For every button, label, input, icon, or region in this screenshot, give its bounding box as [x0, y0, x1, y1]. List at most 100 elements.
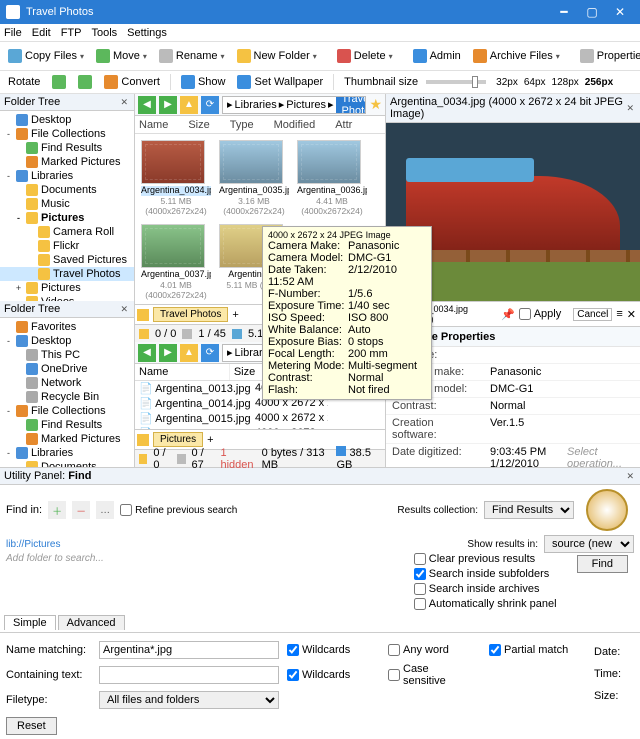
thumb-size-slider[interactable] — [426, 80, 486, 84]
convert-button[interactable]: Convert — [100, 73, 164, 91]
wildcards2-checkbox[interactable] — [287, 669, 299, 681]
containing-text-input[interactable] — [99, 666, 279, 684]
properties-button[interactable]: Properties▾ — [576, 47, 640, 65]
tree-item[interactable]: Saved Pictures — [0, 253, 134, 267]
minimize-button[interactable]: ━ — [550, 5, 578, 19]
favorite-star-icon[interactable]: ★ — [369, 96, 382, 113]
thumb-size-32px[interactable]: 32px — [496, 77, 518, 88]
clear-prev-checkbox[interactable] — [414, 553, 426, 565]
results-collection-select[interactable]: Find Results — [484, 501, 574, 519]
breadcrumb[interactable]: ▸ Libraries ▸ Pictures ▸ Travel Photos▾ — [222, 96, 366, 114]
panel-close-icon[interactable]: ✕ — [118, 304, 130, 315]
tab-advanced[interactable]: Advanced — [58, 615, 125, 630]
tree-item[interactable]: Marked Pictures — [0, 432, 134, 446]
delete-button[interactable]: Delete▾ — [333, 47, 397, 65]
nav-refresh-icon[interactable]: ⟳ — [201, 96, 219, 114]
case-checkbox[interactable] — [388, 669, 400, 681]
thumbnail[interactable]: Argentina_0036.jpg4.41 MB (4000x2672x24) — [297, 140, 367, 216]
panel-close-icon[interactable]: ✕ — [624, 103, 636, 114]
tree-item[interactable]: OneDrive — [0, 362, 134, 376]
panel-close-icon[interactable]: ✕ — [118, 97, 130, 108]
tree-item[interactable]: +Pictures — [0, 281, 134, 295]
thumb-size-256px[interactable]: 256px — [585, 77, 613, 88]
file-row[interactable]: 📄 Argentina_0015.jpg4000 x 2672 x 24 — [135, 411, 385, 426]
tree-item[interactable]: Music — [0, 197, 134, 211]
name-matching-input[interactable] — [99, 641, 279, 659]
tree-item[interactable]: Network — [0, 376, 134, 390]
tree-item[interactable]: -Libraries — [0, 446, 134, 460]
refine-checkbox[interactable] — [120, 504, 132, 516]
add-path-icon[interactable]: ＋ — [48, 501, 66, 519]
nav-up-icon[interactable]: ▲ — [180, 344, 198, 362]
tree-item[interactable]: Marked Pictures — [0, 155, 134, 169]
column-attr[interactable]: Attr — [335, 119, 352, 131]
tree-item[interactable]: This PC — [0, 348, 134, 362]
nav-back-icon[interactable]: ◀ — [138, 96, 156, 114]
menu-settings[interactable]: Settings — [127, 27, 167, 39]
thumbnail[interactable]: Argentina_0037.jpg4.01 MB (4000x2672x24) — [141, 224, 211, 300]
tree-item[interactable]: -File Collections — [0, 404, 134, 418]
tree-item[interactable]: Desktop — [0, 113, 134, 127]
pin-icon[interactable]: 📌 — [501, 308, 515, 321]
partial-checkbox[interactable] — [489, 644, 501, 656]
menu-ftp[interactable]: FTP — [61, 27, 82, 39]
show-button[interactable]: Show — [177, 73, 230, 91]
column-modified[interactable]: Modified — [274, 119, 316, 131]
rotate-right-icon[interactable] — [78, 75, 92, 89]
anyword-checkbox[interactable] — [388, 644, 400, 656]
thumb-size-64px[interactable]: 64px — [524, 77, 546, 88]
wildcards-checkbox[interactable] — [287, 644, 299, 656]
tab-simple[interactable]: Simple — [4, 615, 56, 630]
copy-files-button[interactable]: Copy Files▾ — [4, 47, 88, 65]
tree-item[interactable]: Recycle Bin — [0, 390, 134, 404]
rotate-left-icon[interactable] — [52, 75, 66, 89]
tree-item[interactable]: Camera Roll — [0, 225, 134, 239]
tab-add-icon[interactable]: + — [232, 309, 238, 321]
thumbnail[interactable]: Argentina_0034.jpg5.11 MB (4000x2672x24) — [141, 140, 211, 216]
tab-pictures[interactable]: Pictures — [153, 432, 203, 447]
filetype-select[interactable]: All files and folders — [99, 691, 279, 709]
tree-item[interactable]: Find Results — [0, 141, 134, 155]
tree-item[interactable]: Find Results — [0, 418, 134, 432]
tree-item[interactable]: Travel Photos — [0, 267, 134, 281]
menu-edit[interactable]: Edit — [32, 27, 51, 39]
search-subfolders-checkbox[interactable] — [414, 568, 426, 580]
tree-item[interactable]: -Libraries — [0, 169, 134, 183]
nav-refresh-icon[interactable]: ⟳ — [201, 344, 219, 362]
column-type[interactable]: Type — [230, 119, 254, 131]
nav-back-icon[interactable]: ◀ — [138, 344, 156, 362]
set-wallpaper-button[interactable]: Set Wallpaper — [233, 73, 327, 91]
rename-button[interactable]: Rename▾ — [155, 47, 229, 65]
column-headers-thumbs[interactable]: NameSizeTypeModifiedAttr — [135, 116, 385, 134]
search-path[interactable]: lib://Pictures — [6, 539, 60, 550]
search-archives-checkbox[interactable] — [414, 583, 426, 595]
reset-paths-icon[interactable]: … — [96, 501, 114, 519]
new-folder-button[interactable]: New Folder▾ — [233, 47, 321, 65]
close-button[interactable]: ✕ — [606, 5, 634, 19]
add-folder-hint[interactable]: Add folder to search... — [6, 553, 104, 564]
tab-travel-photos[interactable]: Travel Photos — [153, 307, 228, 322]
nav-forward-icon[interactable]: ▶ — [159, 344, 177, 362]
menu-tools[interactable]: Tools — [91, 27, 117, 39]
reset-button[interactable]: Reset — [6, 717, 57, 735]
nav-forward-icon[interactable]: ▶ — [159, 96, 177, 114]
property-row[interactable]: Contrast:Normal — [386, 398, 640, 415]
tree-item[interactable]: Documents — [0, 183, 134, 197]
nav-up-icon[interactable]: ▲ — [180, 96, 198, 114]
tab-add-icon[interactable]: + — [207, 434, 213, 446]
rotate-button[interactable]: Rotate — [4, 74, 44, 90]
admin-button[interactable]: Admin — [409, 47, 465, 65]
tree-item[interactable]: -Pictures — [0, 211, 134, 225]
thumb-size-128px[interactable]: 128px — [552, 77, 579, 88]
panel-close-icon[interactable]: ✕ — [627, 308, 636, 321]
auto-shrink-checkbox[interactable] — [414, 598, 426, 610]
column-size[interactable]: Size — [188, 119, 209, 131]
find-button[interactable]: Find — [577, 555, 628, 573]
menu-icon[interactable]: ≡ — [616, 308, 622, 320]
tree-item[interactable]: -Desktop — [0, 334, 134, 348]
menu-file[interactable]: File — [4, 27, 22, 39]
tree-item[interactable]: Documents — [0, 460, 134, 467]
remove-path-icon[interactable]: － — [72, 501, 90, 519]
property-row[interactable]: Creation software:Ver.1.5 — [386, 415, 640, 444]
tree-item[interactable]: Favorites — [0, 320, 134, 334]
